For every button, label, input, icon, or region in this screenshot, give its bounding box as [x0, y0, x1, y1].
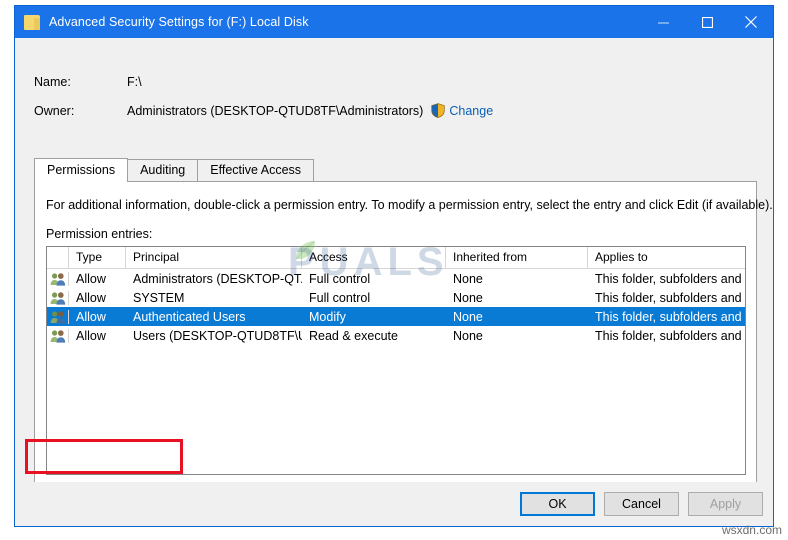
cell-inherited-from: None [453, 328, 483, 343]
users-group-icon [47, 290, 69, 305]
table-row[interactable]: Allow Administrators (DESKTOP-QT... Full… [47, 269, 745, 288]
owner-row: Owner: Administrators (DESKTOP-QTUD8TF\A… [34, 103, 493, 118]
minimize-icon[interactable] [641, 6, 685, 38]
cell-access: Read & execute [309, 328, 398, 343]
owner-label: Owner: [34, 103, 75, 118]
cell-type: Allow [76, 290, 106, 305]
maximize-icon[interactable] [685, 6, 729, 38]
window-body: Name: F:\ Owner: Administrators (DESKTOP… [15, 38, 773, 526]
cell-principal: Users (DESKTOP-QTUD8TF\Us... [133, 328, 302, 343]
owner-value: Administrators (DESKTOP-QTUD8TF\Administ… [127, 103, 424, 118]
folder-icon [24, 14, 40, 30]
cell-applies-to: This folder, subfolders and files [595, 271, 745, 286]
ok-label: OK [548, 497, 567, 511]
column-header-access[interactable]: Access [302, 247, 446, 268]
uac-shield-icon [431, 103, 446, 118]
tab-permissions[interactable]: Permissions [34, 158, 129, 182]
cancel-label: Cancel [622, 497, 661, 511]
users-group-icon [47, 271, 69, 286]
cell-principal: SYSTEM [133, 290, 185, 305]
dialog-footer: OK Cancel Apply [15, 482, 773, 526]
column-header-inherited-from[interactable]: Inherited from [446, 247, 588, 268]
users-group-icon [47, 309, 69, 324]
permissions-panel: For additional information, double-click… [34, 182, 773, 514]
list-header: Type Principal Access Inherited from App… [47, 247, 745, 269]
cell-inherited-from: None [453, 290, 483, 305]
column-header-icon[interactable] [47, 247, 69, 268]
cancel-button[interactable]: Cancel [604, 492, 679, 516]
name-label: Name: [34, 75, 71, 89]
cell-type: Allow [76, 309, 106, 324]
apply-button: Apply [688, 492, 763, 516]
cell-type: Allow [76, 328, 106, 343]
column-header-principal[interactable]: Principal [126, 247, 302, 268]
tab-auditing[interactable]: Auditing [127, 159, 199, 181]
title-bar: Advanced Security Settings for (F:) Loca… [15, 6, 773, 38]
column-header-applies-to[interactable]: Applies to [588, 247, 745, 268]
cell-type: Allow [76, 271, 106, 286]
window-title: Advanced Security Settings for (F:) Loca… [49, 15, 309, 29]
cell-principal: Administrators (DESKTOP-QT... [133, 271, 302, 286]
permission-entries-label: Permission entries: [46, 227, 153, 241]
ok-button[interactable]: OK [520, 492, 595, 516]
change-owner-link[interactable]: Change [449, 104, 493, 118]
cell-principal: Authenticated Users [133, 309, 246, 324]
cell-inherited-from: None [453, 309, 483, 324]
cell-inherited-from: None [453, 271, 483, 286]
name-value: F:\ [127, 75, 142, 89]
name-row: Name: F:\ [34, 75, 142, 89]
tab-strip: Permissions Auditing Effective Access [34, 158, 757, 182]
permission-entries-list[interactable]: Type Principal Access Inherited from App… [46, 246, 746, 475]
cell-access: Modify [309, 309, 346, 324]
apply-label: Apply [709, 497, 742, 511]
cell-access: Full control [309, 271, 371, 286]
users-group-icon [47, 328, 69, 343]
caption-buttons [641, 6, 773, 38]
table-row[interactable]: Allow Authenticated Users Modify None Th… [47, 307, 745, 326]
screenshot-root: Advanced Security Settings for (F:) Loca… [0, 0, 788, 540]
cell-access: Full control [309, 290, 371, 305]
tab-effective-access[interactable]: Effective Access [197, 159, 315, 181]
cell-applies-to: This folder, subfolders and files [595, 290, 745, 305]
info-text: For additional information, double-click… [46, 198, 773, 212]
table-row[interactable]: Allow Users (DESKTOP-QTUD8TF\Us... Read … [47, 326, 745, 345]
table-row[interactable]: Allow SYSTEM Full control None This fold… [47, 288, 745, 307]
cell-applies-to: This folder, subfolders and files [595, 328, 745, 343]
close-icon[interactable] [729, 6, 773, 38]
advanced-security-settings-window: Advanced Security Settings for (F:) Loca… [14, 5, 774, 527]
column-header-type[interactable]: Type [69, 247, 126, 268]
cell-applies-to: This folder, subfolders and files [595, 309, 745, 324]
